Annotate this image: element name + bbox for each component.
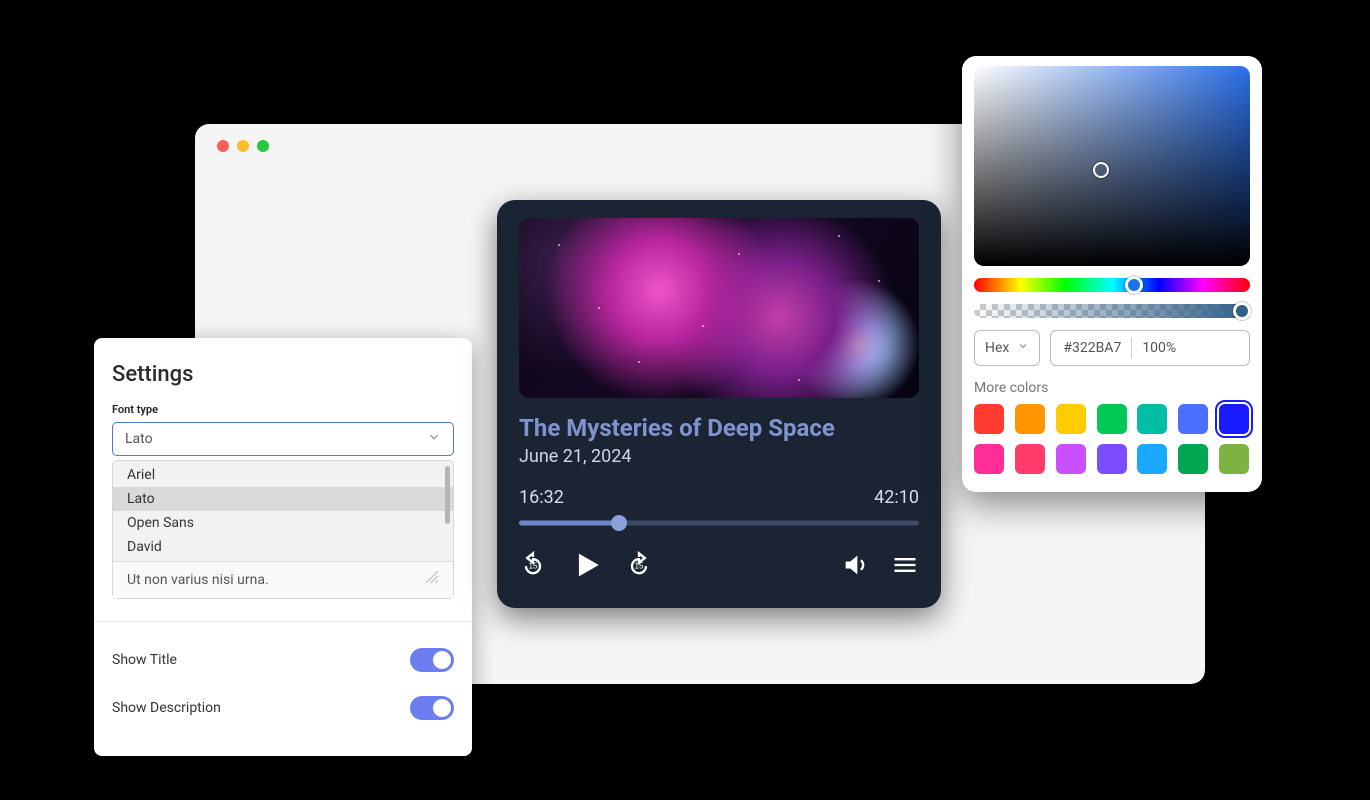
color-swatch[interactable]: [974, 444, 1004, 474]
forward-15-icon[interactable]: 15: [625, 551, 653, 583]
hex-value: #322BA7: [1063, 340, 1121, 356]
resize-grip-icon[interactable]: [425, 570, 439, 588]
rewind-15-icon[interactable]: 15: [519, 551, 547, 583]
current-time: 16:32: [519, 487, 564, 508]
settings-title: Settings: [112, 362, 454, 387]
textarea-value: Ut non varius nisi urna.: [127, 572, 269, 588]
podcast-player: The Mysteries of Deep Space June 21, 202…: [497, 200, 941, 608]
settings-panel: Settings Font type Lato ArielLatoOpen Sa…: [94, 338, 472, 756]
font-select-value: Lato: [125, 431, 153, 447]
color-swatch[interactable]: [1137, 404, 1167, 434]
font-option[interactable]: David: [113, 535, 453, 559]
chevron-down-icon: [427, 430, 441, 448]
time-row: 16:32 42:10: [519, 487, 919, 508]
svg-text:15: 15: [528, 562, 538, 571]
volume-icon[interactable]: [841, 551, 869, 583]
swatch-grid: [974, 404, 1250, 474]
color-swatch[interactable]: [1178, 404, 1208, 434]
font-option[interactable]: Lato: [113, 487, 453, 511]
textarea[interactable]: Ut non varius nisi urna.: [113, 561, 453, 598]
duration: 42:10: [874, 487, 919, 508]
color-swatch[interactable]: [1056, 444, 1086, 474]
font-dropdown: ArielLatoOpen SansDavid Ut non varius ni…: [112, 460, 454, 599]
maximize-icon[interactable]: [257, 140, 269, 152]
more-colors-label: More colors: [974, 380, 1250, 396]
color-swatch[interactable]: [1178, 444, 1208, 474]
chevron-down-icon: [1017, 340, 1029, 356]
color-swatch[interactable]: [1219, 444, 1249, 474]
alpha-thumb[interactable]: [1233, 302, 1251, 320]
color-swatch[interactable]: [1097, 444, 1127, 474]
color-swatch[interactable]: [1015, 404, 1045, 434]
color-swatch[interactable]: [974, 404, 1004, 434]
play-button[interactable]: [569, 548, 603, 586]
color-swatch[interactable]: [1137, 444, 1167, 474]
player-controls: 15 15: [519, 548, 919, 586]
font-option[interactable]: Ariel: [113, 463, 453, 487]
hue-thumb[interactable]: [1125, 276, 1143, 294]
font-option[interactable]: Open Sans: [113, 511, 453, 535]
show-title-row: Show Title: [112, 636, 454, 684]
close-icon[interactable]: [217, 140, 229, 152]
cover-art: [519, 218, 919, 398]
svg-text:15: 15: [634, 562, 644, 571]
show-title-toggle[interactable]: [410, 648, 454, 672]
saturation-value-field[interactable]: [974, 66, 1250, 266]
divider: [94, 621, 472, 622]
progress-slider[interactable]: [519, 514, 919, 532]
color-swatch[interactable]: [1015, 444, 1045, 474]
alpha-value: 100%: [1142, 340, 1176, 356]
color-swatch[interactable]: [1056, 404, 1086, 434]
minimize-icon[interactable]: [237, 140, 249, 152]
episode-title: The Mysteries of Deep Space: [519, 414, 919, 442]
sv-cursor[interactable]: [1093, 162, 1109, 178]
show-description-toggle[interactable]: [410, 696, 454, 720]
hue-slider[interactable]: [974, 278, 1250, 292]
font-type-label: Font type: [112, 403, 454, 416]
scrollbar-thumb[interactable]: [445, 466, 450, 524]
separator: [1131, 338, 1132, 358]
menu-icon[interactable]: [891, 551, 919, 583]
font-select[interactable]: Lato: [112, 422, 454, 456]
show-description-row: Show Description: [112, 684, 454, 732]
color-format-select[interactable]: Hex: [974, 330, 1040, 366]
episode-date: June 21, 2024: [519, 446, 919, 467]
color-picker: Hex #322BA7 100% More colors: [962, 56, 1262, 492]
color-swatch[interactable]: [1097, 404, 1127, 434]
color-format-value: Hex: [985, 340, 1009, 356]
color-swatch[interactable]: [1219, 404, 1249, 434]
alpha-slider[interactable]: [974, 304, 1250, 318]
show-title-label: Show Title: [112, 652, 177, 668]
show-description-label: Show Description: [112, 700, 221, 716]
hex-input[interactable]: #322BA7 100%: [1050, 330, 1250, 366]
font-option-list: ArielLatoOpen SansDavid: [113, 461, 453, 561]
